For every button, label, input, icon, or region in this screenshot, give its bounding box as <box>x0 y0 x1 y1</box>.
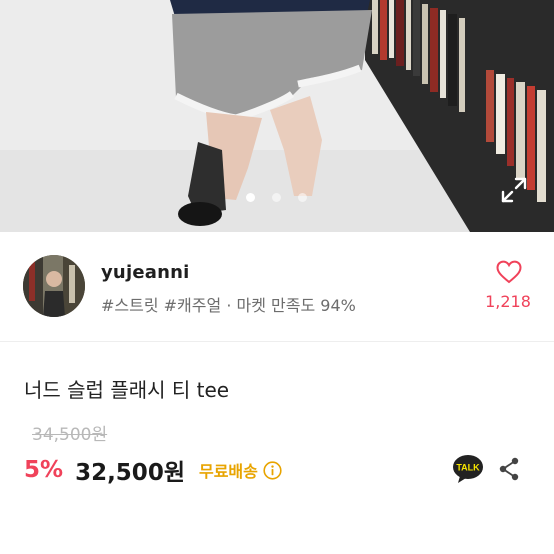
product-image-carousel[interactable] <box>0 0 554 232</box>
kakaotalk-share-button[interactable]: TALK <box>452 454 484 484</box>
like-count: 1,218 <box>485 292 531 311</box>
free-shipping-label: 무료배송 <box>198 462 258 481</box>
heart-outline-icon <box>496 260 522 284</box>
price-row: 5% 32,500원 무료배송 <box>24 455 282 486</box>
discount-rate: 5% <box>24 457 64 483</box>
share-icon <box>499 457 519 481</box>
seller-meta: #스트릿 #캐주얼 · 마켓 만족도 94% <box>101 292 356 316</box>
carousel-dot[interactable] <box>272 193 281 202</box>
kakaotalk-icon: TALK <box>453 455 483 483</box>
carousel-dot-active[interactable] <box>246 193 255 202</box>
original-price: 34,500원 <box>32 425 108 445</box>
like-button[interactable]: 1,218 <box>484 260 532 316</box>
avatar[interactable] <box>23 255 85 317</box>
product-title: 너드 슬럽 플래시 티 tee <box>24 378 230 402</box>
seller-name[interactable]: yujeanni <box>101 262 189 283</box>
carousel-dot[interactable] <box>298 193 307 202</box>
market-satisfaction: 마켓 만족도 94% <box>236 296 356 315</box>
share-button[interactable] <box>496 456 522 482</box>
expand-icon <box>501 177 527 203</box>
seller-tags[interactable]: #스트릿 #캐주얼 <box>101 296 221 315</box>
sale-price: 32,500원 <box>75 460 185 486</box>
seller-section: yujeanni #스트릿 #캐주얼 · 마켓 만족도 94% 1,218 <box>0 232 554 342</box>
carousel-indicator <box>244 191 314 203</box>
talk-label: TALK <box>456 463 480 473</box>
meta-separator: · <box>226 296 232 315</box>
info-circle-icon[interactable] <box>263 460 282 480</box>
avatar-image <box>23 255 85 317</box>
expand-button[interactable] <box>500 176 528 204</box>
